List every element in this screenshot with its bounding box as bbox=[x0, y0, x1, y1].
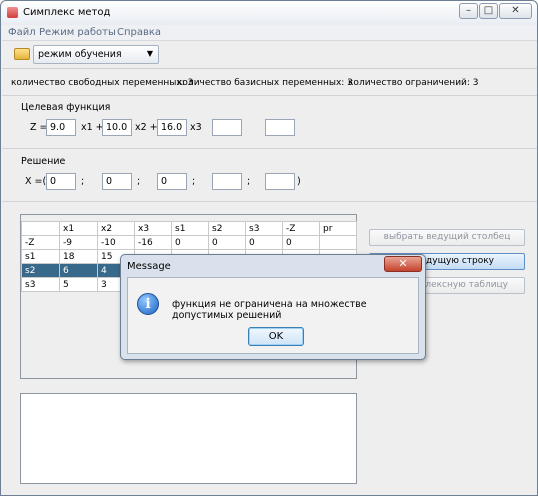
solution-label: Решение bbox=[21, 156, 66, 167]
choose-pivot-column-button[interactable]: выбрать ведущий столбец bbox=[369, 229, 525, 246]
column-header[interactable]: s2 bbox=[208, 221, 246, 236]
solution-separator: ; bbox=[81, 176, 85, 187]
dialog-message: функция не ограничена на множестве допус… bbox=[172, 299, 367, 321]
table-row[interactable]: -Z -9 -10 -16 0 0 0 0 bbox=[21, 235, 357, 250]
solution-x1-field[interactable]: 0 bbox=[46, 173, 76, 190]
constraints-count: количество ограничений: 3 bbox=[348, 78, 479, 88]
column-header[interactable]: x1 bbox=[59, 221, 98, 236]
menu-help[interactable]: Справка bbox=[117, 27, 161, 38]
column-header[interactable]: -Z bbox=[282, 221, 320, 236]
solution-close-paren: ) bbox=[297, 176, 301, 187]
solution-separator: ; bbox=[192, 176, 196, 187]
basic-vars-count: количество базисных переменных: 3 bbox=[177, 78, 353, 88]
table-cell[interactable]: 18 bbox=[59, 249, 98, 264]
coef-x4-field[interactable] bbox=[212, 119, 242, 136]
chevron-down-icon: ▼ bbox=[146, 49, 153, 58]
table-cell[interactable]: 0 bbox=[208, 235, 246, 250]
table-cell[interactable]: -9 bbox=[59, 235, 98, 250]
table-cell[interactable]: s1 bbox=[21, 249, 60, 264]
coef-x1-field[interactable]: 9.0 bbox=[46, 119, 76, 136]
folder-open-icon[interactable] bbox=[14, 48, 30, 60]
table-cell[interactable]: 5 bbox=[59, 277, 98, 292]
coef-x3-field[interactable]: 16.0 bbox=[157, 119, 187, 136]
coef-x5-field[interactable] bbox=[265, 119, 295, 136]
objective-label: Целевая функция bbox=[21, 102, 111, 113]
column-header[interactable]: x3 bbox=[134, 221, 172, 236]
message-dialog: Message ✕ i функция не ограничена на мно… bbox=[120, 254, 426, 360]
close-window-button[interactable]: ✕ bbox=[499, 3, 532, 19]
minimize-button[interactable]: – bbox=[459, 3, 478, 19]
dialog-close-button[interactable]: ✕ bbox=[384, 256, 422, 272]
table-cell[interactable]: -10 bbox=[97, 235, 135, 250]
x3-label: x3 bbox=[190, 122, 202, 133]
x1-label: x1 + bbox=[81, 122, 104, 133]
app-icon bbox=[7, 7, 18, 18]
column-header[interactable]: s3 bbox=[245, 221, 283, 236]
x-label: X =( bbox=[25, 176, 47, 187]
menu-mode[interactable]: Режим работы bbox=[39, 27, 116, 38]
column-header[interactable] bbox=[21, 221, 60, 236]
table-cell[interactable]: -Z bbox=[21, 235, 60, 250]
solution-x3-field[interactable]: 0 bbox=[157, 173, 187, 190]
table-cell[interactable]: s2 bbox=[21, 263, 60, 278]
table-cell[interactable] bbox=[319, 235, 357, 250]
solution-separator: ; bbox=[137, 176, 141, 187]
mode-dropdown[interactable]: режим обучения ▼ bbox=[33, 45, 159, 64]
solution-x5-field[interactable] bbox=[265, 173, 295, 190]
mode-dropdown-value: режим обучения bbox=[38, 49, 122, 60]
window-title: Симплекс метод bbox=[23, 7, 111, 18]
coef-x2-field[interactable]: 10.0 bbox=[102, 119, 132, 136]
table-cell[interactable]: 0 bbox=[245, 235, 283, 250]
table-cell[interactable]: 6 bbox=[59, 263, 98, 278]
title-bar: Симплекс метод – □ ✕ bbox=[1, 1, 537, 25]
divider bbox=[2, 95, 537, 96]
z-label: Z = bbox=[30, 122, 48, 133]
solution-x2-field[interactable]: 0 bbox=[102, 173, 132, 190]
free-vars-count: количество свободных переменных: 3 bbox=[11, 78, 194, 88]
divider bbox=[2, 201, 537, 202]
dialog-body: i функция не ограничена на множестве доп… bbox=[127, 277, 419, 354]
column-header[interactable]: x2 bbox=[97, 221, 135, 236]
table-cell[interactable]: 0 bbox=[171, 235, 209, 250]
maximize-button[interactable]: □ bbox=[479, 3, 498, 19]
info-icon: i bbox=[137, 293, 159, 315]
divider bbox=[2, 148, 537, 149]
table-cell[interactable]: 0 bbox=[282, 235, 320, 250]
toolbar: режим обучения ▼ bbox=[2, 41, 537, 69]
x2-label: x2 + bbox=[135, 122, 158, 133]
table-cell[interactable]: -16 bbox=[134, 235, 172, 250]
column-header[interactable]: s1 bbox=[171, 221, 209, 236]
column-header[interactable]: pr bbox=[319, 221, 357, 236]
table-cell[interactable]: s3 bbox=[21, 277, 60, 292]
menu-file[interactable]: Файл bbox=[8, 27, 36, 38]
dialog-title: Message bbox=[127, 261, 171, 272]
ok-button[interactable]: OK bbox=[248, 327, 304, 346]
menu-bar: Файл Режим работы Справка bbox=[2, 25, 537, 41]
log-text-area[interactable] bbox=[20, 393, 357, 484]
main-window: Симплекс метод – □ ✕ Файл Режим работы С… bbox=[0, 0, 538, 496]
table-header-row: x1 x2 x3 s1 s2 s3 -Z pr bbox=[21, 221, 357, 236]
solution-x4-field[interactable] bbox=[212, 173, 242, 190]
solution-separator: ; bbox=[247, 176, 251, 187]
